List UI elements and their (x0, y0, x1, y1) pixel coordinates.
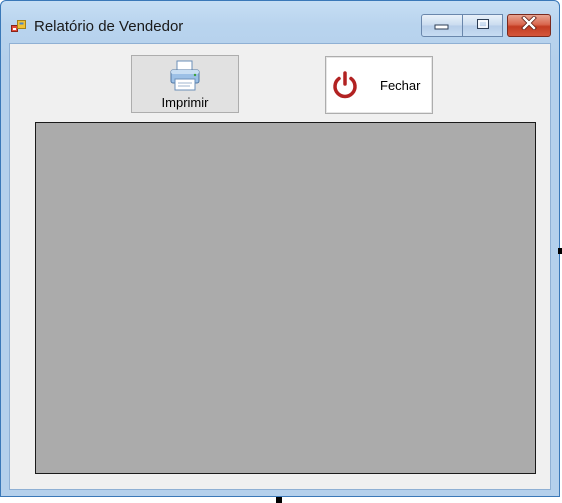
close-button[interactable]: Fechar (325, 56, 433, 114)
print-button[interactable]: Imprimir (131, 55, 239, 113)
close-icon (521, 15, 537, 35)
minimize-button[interactable] (421, 14, 463, 37)
resize-grip-bottom[interactable] (276, 497, 282, 503)
maximize-button[interactable] (463, 14, 503, 37)
resize-grip-right[interactable] (558, 248, 562, 254)
printer-icon (168, 60, 202, 92)
power-icon (330, 70, 360, 100)
main-window: Relatório de Vendedor Imprimir Fechar (0, 0, 560, 497)
app-window-icon[interactable] (11, 19, 27, 35)
client-area: Imprimir Fechar (9, 43, 551, 490)
close-window-button[interactable] (507, 14, 551, 37)
window-title: Relatório de Vendedor (34, 18, 184, 35)
caption-buttons (420, 14, 551, 39)
minimize-icon (434, 17, 450, 35)
maximize-icon (476, 17, 490, 35)
title-bar[interactable]: Relatório de Vendedor (1, 1, 559, 43)
close-button-label: Fechar (380, 78, 421, 93)
report-viewer[interactable] (35, 122, 536, 474)
print-button-label: Imprimir (161, 95, 209, 110)
